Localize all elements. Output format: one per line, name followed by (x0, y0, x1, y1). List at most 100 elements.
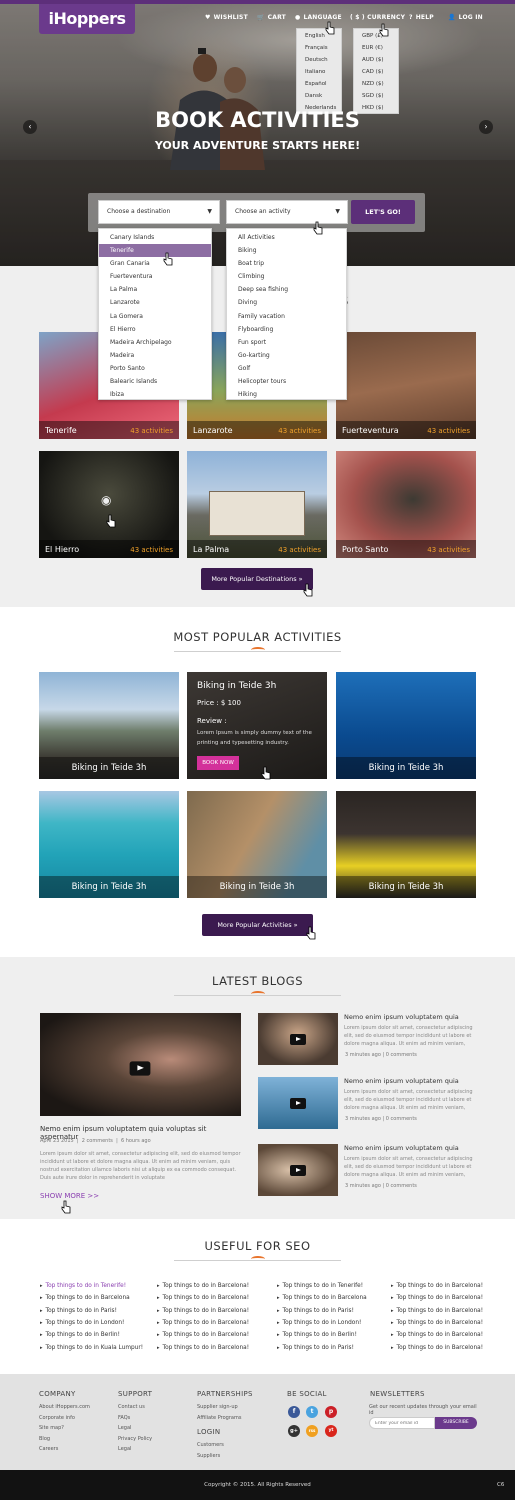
seo-link[interactable]: ▸ Top things to do in Barcelona (277, 1295, 367, 1301)
blog-title[interactable]: Nemo enim ipsum voluptatem quia (344, 1144, 479, 1152)
language-option[interactable]: Dansk (297, 90, 341, 102)
blog-main-image[interactable] (40, 1013, 241, 1116)
seo-link[interactable]: ▸ Top things to do in Barcelona! (391, 1332, 483, 1338)
destination-option[interactable]: Tenerife (99, 244, 211, 258)
activity-option[interactable]: Hiking (227, 388, 346, 401)
seo-link[interactable]: ▸ Top things to do in Barcelona! (157, 1320, 249, 1326)
footer-link[interactable]: Contact us (118, 1404, 145, 1410)
play-icon[interactable] (129, 1061, 151, 1076)
seo-link[interactable]: ▸ Top things to do in London! (277, 1320, 361, 1326)
seo-link[interactable]: ▸ Top things to do in Barcelona! (391, 1320, 483, 1326)
blog-title[interactable]: Nemo enim ipsum voluptatem quia (344, 1077, 479, 1085)
seo-link[interactable]: ▸ Top things to do in London! (40, 1320, 124, 1326)
destination-option[interactable]: Lanzarote (99, 296, 211, 309)
activity-option[interactable]: Diving (227, 296, 346, 309)
nav-help[interactable]: ? HELP (409, 14, 434, 26)
currency-option[interactable]: CAD ($) (354, 66, 398, 78)
blog-thumbnail[interactable] (258, 1013, 338, 1065)
nav-login[interactable]: 👤 LOG IN (448, 14, 483, 26)
activity-card[interactable]: Biking in Teide 3h (187, 791, 327, 898)
destination-card[interactable]: ◉ El Hierro 43 activities (39, 451, 179, 558)
footer-link[interactable]: Blog (39, 1436, 50, 1442)
footer-link[interactable]: Careers (39, 1446, 58, 1452)
seo-link[interactable]: ▸ Top things to do in Tenerife! (40, 1283, 126, 1289)
activity-option[interactable]: Boat trip (227, 257, 346, 270)
destination-select[interactable]: Choose a destination ▼ (98, 200, 220, 224)
pinterest-icon[interactable]: p (325, 1406, 337, 1418)
rss-icon[interactable]: rss (306, 1425, 318, 1437)
google-plus-icon[interactable]: g+ (288, 1425, 300, 1437)
footer-link[interactable]: Privacy Policy (118, 1436, 152, 1442)
footer-link[interactable]: Legal (118, 1446, 131, 1452)
seo-link[interactable]: ▸ Top things to do in Barcelona! (157, 1283, 249, 1289)
seo-link[interactable]: ▸ Top things to do in Berlin! (277, 1332, 357, 1338)
language-option[interactable]: Deutsch (297, 54, 341, 66)
activity-card-hover[interactable]: Biking in Teide 3h Price : $ 100 Review … (187, 672, 327, 779)
seo-link[interactable]: ▸ Top things to do in Paris! (277, 1308, 354, 1314)
destination-card[interactable]: Porto Santo 43 activities (336, 451, 476, 558)
destination-option[interactable]: Madeira (99, 349, 211, 362)
footer-link[interactable]: Site map? (39, 1425, 64, 1431)
destination-option[interactable]: Fuerteventura (99, 270, 211, 283)
destination-card[interactable]: Fuerteventura 43 activities (336, 332, 476, 439)
play-icon[interactable] (290, 1034, 306, 1045)
more-destinations-button[interactable]: More Popular Destinations » (201, 568, 313, 590)
destination-option[interactable]: La Palma (99, 283, 211, 296)
currency-option[interactable]: NZD ($) (354, 78, 398, 90)
footer-link[interactable]: Corporate info (39, 1415, 75, 1421)
activity-option[interactable]: Climbing (227, 270, 346, 283)
nav-currency[interactable]: ( $ ) CURRENCY (350, 14, 405, 26)
seo-link[interactable]: ▸ Top things to do in Barcelona! (391, 1283, 483, 1289)
footer-link[interactable]: Customers (197, 1442, 224, 1448)
blog-thumbnail[interactable] (258, 1144, 338, 1196)
seo-link[interactable]: ▸ Top things to do in Barcelona! (157, 1332, 249, 1338)
blog-title[interactable]: Nemo enim ipsum voluptatem quia (344, 1013, 479, 1021)
show-more-link[interactable]: SHOW MORE >> (40, 1192, 99, 1200)
destination-option[interactable]: Canary Islands (99, 231, 211, 244)
language-option[interactable]: Français (297, 42, 341, 54)
footer-link[interactable]: Affiliate Programs (197, 1415, 241, 1421)
seo-link[interactable]: ▸ Top things to do in Paris! (277, 1345, 354, 1351)
footer-link[interactable]: Legal (118, 1425, 131, 1431)
activity-option[interactable]: Deep sea fishing (227, 283, 346, 296)
destination-option[interactable]: Ibiza (99, 388, 211, 401)
seo-link[interactable]: ▸ Top things to do in Barcelona! (157, 1345, 249, 1351)
nav-cart[interactable]: 🛒 CART (257, 14, 286, 26)
seo-link[interactable]: ▸ Top things to do in Barcelona! (157, 1295, 249, 1301)
activity-card[interactable]: Biking in Teide 3h (39, 672, 179, 779)
activity-option[interactable]: Family vacation (227, 310, 346, 323)
destination-option[interactable]: Porto Santo (99, 362, 211, 375)
newsletter-email-input[interactable] (369, 1417, 435, 1429)
nav-wishlist[interactable]: ♥ WISHLIST (205, 14, 248, 26)
seo-link[interactable]: ▸ Top things to do in Barcelona! (391, 1308, 483, 1314)
destination-card[interactable]: La Palma 43 activities (187, 451, 327, 558)
activity-option[interactable]: Fun sport (227, 336, 346, 349)
activity-option[interactable]: Helicopter tours (227, 375, 346, 388)
activity-option[interactable]: Flyboarding (227, 323, 346, 336)
activity-option[interactable]: Biking (227, 244, 346, 257)
activity-card[interactable]: Biking in Teide 3h (336, 672, 476, 779)
activity-card[interactable]: Biking in Teide 3h (39, 791, 179, 898)
seo-link[interactable]: ▸ Top things to do in Tenerife! (277, 1283, 363, 1289)
language-option[interactable]: Italiano (297, 66, 341, 78)
destination-option[interactable]: Balearic Islands (99, 375, 211, 388)
subscribe-button[interactable]: SUBSCRIBE (435, 1417, 477, 1429)
twitter-icon[interactable]: t (306, 1406, 318, 1418)
search-go-button[interactable]: LET'S GO! (351, 200, 415, 224)
facebook-icon[interactable]: f (288, 1406, 300, 1418)
book-now-button[interactable]: BOOK NOW (197, 756, 239, 770)
destination-option[interactable]: Madeira Archipelago (99, 336, 211, 349)
play-icon[interactable] (290, 1165, 306, 1176)
destination-option[interactable]: La Gomera (99, 310, 211, 323)
blog-thumbnail[interactable] (258, 1077, 338, 1129)
destination-option[interactable]: Gran Canaria (99, 257, 211, 270)
footer-link[interactable]: About iHoppers.com (39, 1404, 90, 1410)
seo-link[interactable]: ▸ Top things to do in Barcelona! (391, 1295, 483, 1301)
seo-link[interactable]: ▸ Top things to do in Kuala Lumpur! (40, 1345, 143, 1351)
footer-link[interactable]: FAQs (118, 1415, 130, 1421)
currency-option[interactable]: SGD ($) (354, 90, 398, 102)
activity-option[interactable]: Go-karting (227, 349, 346, 362)
activity-option[interactable]: All Activities (227, 231, 346, 244)
seo-link[interactable]: ▸ Top things to do in Paris! (40, 1308, 117, 1314)
seo-link[interactable]: ▸ Top things to do in Barcelona (40, 1295, 130, 1301)
